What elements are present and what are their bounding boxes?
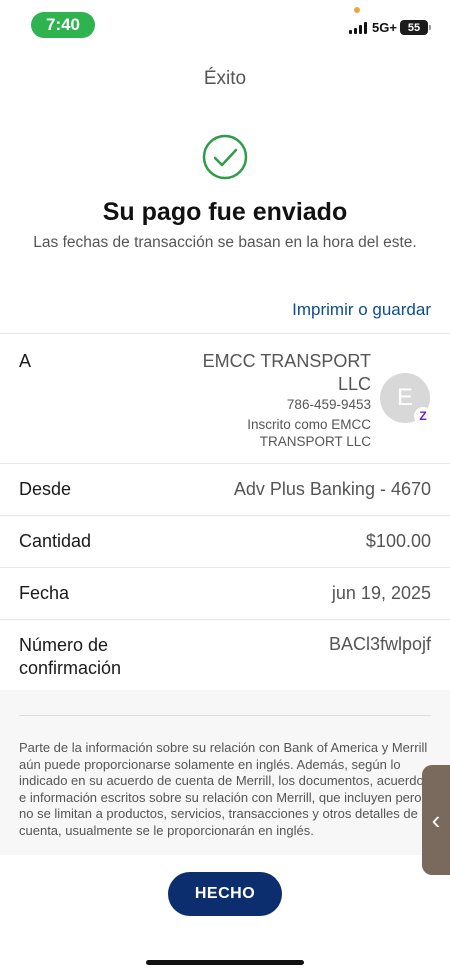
battery-icon: 55 [400, 20, 431, 35]
page-title: Éxito [203, 68, 247, 89]
amount-value: $100.00 [365, 531, 431, 551]
confirmation-row: Número de confirmación BACl3fwlpojf [0, 620, 450, 695]
network-label: 5G+ [372, 20, 397, 35]
confirmation-value: BACl3fwlpojf [328, 634, 431, 654]
amount-label: Cantidad [19, 531, 92, 551]
amount-row: Cantidad $100.00 [0, 516, 450, 568]
timezone-note: Las fechas de transacción se basan en la… [33, 234, 417, 251]
disclaimer-area: Parte de la información sobre su relació… [0, 690, 450, 855]
divider [19, 715, 431, 716]
status-time[interactable]: 7:40 [31, 12, 95, 38]
recipient-phone: 786-459-9453 [286, 397, 371, 412]
camera-indicator-icon [354, 7, 360, 13]
confirmation-label: Número de confirmación [19, 635, 122, 678]
home-indicator[interactable] [146, 960, 304, 965]
side-panel-handle-icon[interactable]: ‹ [422, 765, 450, 875]
status-bar: 7:40 5G+ 55 [0, 0, 450, 48]
zelle-badge-icon: Z [414, 407, 432, 425]
recipient-label: A [19, 351, 32, 371]
from-value: Adv Plus Banking - 4670 [233, 479, 431, 499]
date-row: Fecha jun 19, 2025 [0, 568, 450, 620]
signal-bars-icon [349, 22, 367, 34]
recipient-name: EMCC TRANSPORT LLC [202, 351, 371, 394]
check-circle-icon [202, 134, 248, 180]
date-label: Fecha [19, 583, 70, 603]
language-disclaimer: Parte de la información sobre su relació… [19, 740, 431, 838]
date-value: jun 19, 2025 [331, 583, 431, 603]
print-or-save-link[interactable]: Imprimir o guardar [292, 300, 431, 320]
done-button[interactable]: HECHO [168, 872, 282, 916]
from-label: Desde [19, 479, 72, 499]
from-row: Desde Adv Plus Banking - 4670 [0, 464, 450, 516]
recipient-registered-as: Inscrito como EMCC TRANSPORT LLC [247, 417, 371, 449]
payment-details: A EMCC TRANSPORT LLC 786-459-9453 Inscri… [0, 333, 450, 695]
recipient-row: A EMCC TRANSPORT LLC 786-459-9453 Inscri… [0, 334, 450, 464]
success-headline: Su pago fue enviado [102, 198, 348, 226]
